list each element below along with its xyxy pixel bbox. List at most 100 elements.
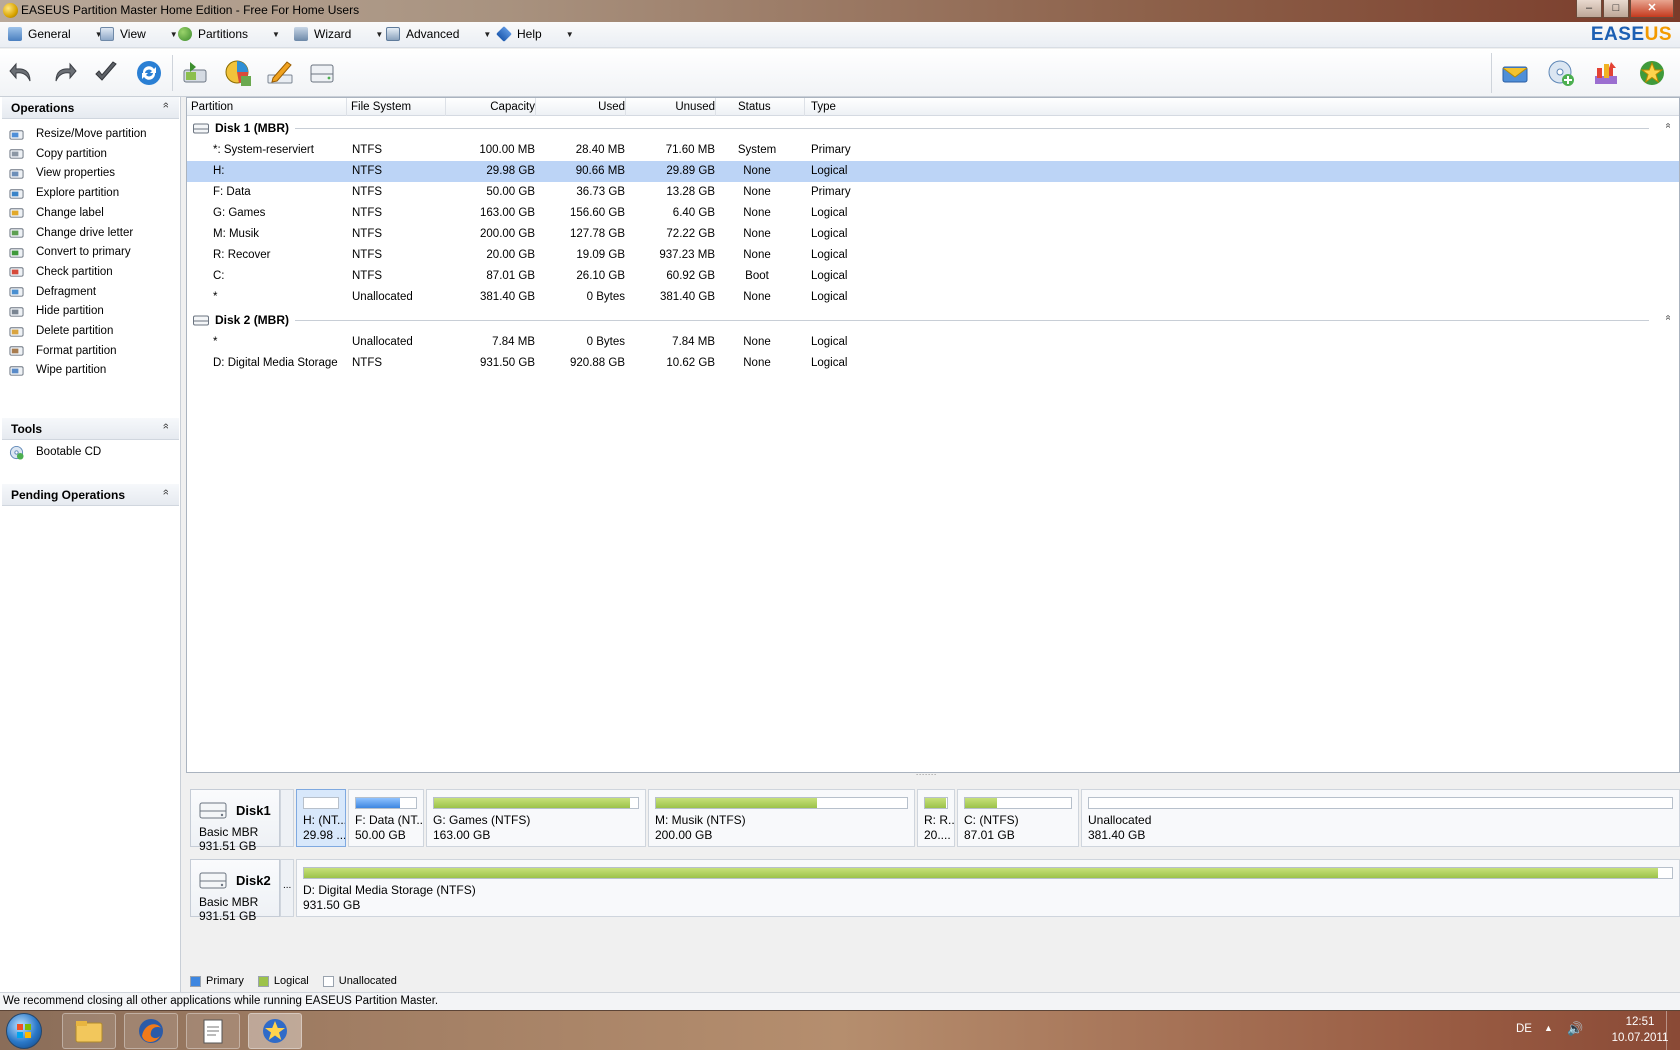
properties-button[interactable] (222, 57, 254, 89)
bootable-cd-button[interactable] (1545, 57, 1577, 89)
taskbar-firefox[interactable] (124, 1013, 178, 1049)
splitter-handle[interactable]: ˙˙˙˙˙˙˙ (916, 773, 937, 783)
cell-unused: 29.89 GB (666, 165, 715, 177)
minimize-button[interactable]: ‒ (1576, 0, 1602, 18)
collapse-icon[interactable]: » (1663, 123, 1674, 129)
table-row[interactable]: F: Data NTFS 50.00 GB 36.73 GB 13.28 GB None P… (187, 182, 1679, 203)
start-button[interactable] (6, 1013, 42, 1049)
disk-type: Basic MBR (199, 825, 259, 839)
sidebar-item-format-partition[interactable]: Format partition (8, 341, 117, 361)
disk-map-partition[interactable]: G: Games (NTFS) 163.00 GB (426, 789, 646, 847)
menu-wizard[interactable]: Wizard ▼ (294, 27, 383, 41)
disk-map-partition[interactable]: C: (NTFS) 87.01 GB (957, 789, 1079, 847)
col-partition[interactable]: Partition (191, 101, 233, 113)
disk-card-disk2[interactable]: Disk2 Basic MBR 931.51 GB (190, 859, 280, 923)
label-icon (8, 205, 24, 221)
disk-icon (310, 64, 334, 83)
disk-map-partition[interactable]: D: Digital Media Storage (NTFS) 931.50 GB (296, 859, 1680, 917)
pending-operations-header[interactable]: Pending Operations » (2, 484, 179, 506)
unallocated-gap-partition[interactable]: ... (280, 859, 294, 917)
maximize-button[interactable]: □ (1603, 0, 1629, 18)
col-capacity[interactable]: Capacity (490, 101, 535, 113)
disk-card-disk1[interactable]: Disk1 Basic MBR 931.51 GB (190, 789, 280, 853)
star-button[interactable] (1636, 57, 1668, 89)
sidebar-item-change-drive-letter[interactable]: Change drive letter (8, 223, 133, 243)
disk-map-partition[interactable]: M: Musik (NTFS) 200.00 GB (648, 789, 915, 847)
menu-view[interactable]: View ▼ (100, 27, 178, 41)
apply-button[interactable] (90, 57, 122, 89)
menu-partitions[interactable]: Partitions ▼ (178, 27, 280, 41)
table-row[interactable]: R: Recover NTFS 20.00 GB 19.09 GB 937.23 MB N… (187, 245, 1679, 266)
collapse-icon[interactable]: » (1663, 315, 1674, 321)
upgrade-button[interactable] (1590, 57, 1622, 89)
sidebar-item-hide-partition[interactable]: Hide partition (8, 301, 104, 321)
refresh-button[interactable] (133, 57, 165, 89)
menu-advanced[interactable]: Advanced ▼ (386, 27, 491, 41)
redo-button[interactable] (48, 57, 80, 89)
close-button[interactable]: ✕ (1630, 0, 1674, 18)
mail-button[interactable] (1499, 57, 1531, 89)
col-used[interactable]: Used (580, 101, 625, 113)
disk-group-header[interactable]: Disk 2 (MBR) » (187, 309, 1679, 331)
label-button[interactable] (264, 57, 296, 89)
advanced-icon (386, 27, 400, 41)
partition-label: Unallocated (1088, 813, 1152, 827)
legend-logical: Logical (254, 975, 309, 987)
table-row[interactable]: M: Musik NTFS 200.00 GB 127.78 GB 72.22 GB No… (187, 224, 1679, 245)
refresh-icon (137, 61, 161, 85)
sidebar-item-bootable-cd[interactable]: Bootable CD (8, 442, 101, 462)
tray-expand-icon[interactable]: ▲ (1544, 1023, 1553, 1033)
disk-button[interactable] (306, 57, 338, 89)
taskbar-notepad[interactable] (186, 1013, 240, 1049)
sidebar-item-check-partition[interactable]: Check partition (8, 262, 113, 282)
language-indicator[interactable]: DE (1516, 1023, 1532, 1035)
col-file-system[interactable]: File System (351, 101, 411, 113)
table-row[interactable]: *: System-reserviert NTFS 100.00 MB 28.40 M… (187, 140, 1679, 161)
cell-unused: 937.23 MB (659, 249, 715, 261)
sidebar-item-resize-move-partition[interactable]: Resize/Move partition (8, 124, 147, 144)
menu-general[interactable]: General ▼ (8, 27, 103, 41)
sidebar-item-wipe-partition[interactable]: Wipe partition (8, 360, 106, 380)
disk-group-header[interactable]: Disk 1 (MBR) » (187, 117, 1679, 139)
sidebar-item-change-label[interactable]: Change label (8, 203, 104, 223)
sidebar-item-explore-partition[interactable]: Explore partition (8, 183, 119, 203)
sidebar-item-defragment[interactable]: Defragment (8, 282, 96, 302)
volume-icon[interactable]: 🔊 (1567, 1021, 1583, 1037)
operations-header[interactable]: Operations » (2, 97, 179, 119)
disk-map-partition[interactable]: H: (NT... 29.98 ... (296, 789, 346, 847)
resize-button[interactable] (179, 57, 211, 89)
col-unused[interactable]: Unused (665, 101, 715, 113)
cell-file-system: NTFS (352, 165, 383, 177)
disk-gap (280, 789, 294, 847)
table-row[interactable]: D: Digital Media Storage NTFS 931.50 GB 920… (187, 353, 1679, 374)
table-row[interactable]: * Unallocated 7.84 MB 0 Bytes 7.84 MB None Log… (187, 332, 1679, 353)
clock[interactable]: 12:51 10.07.2011 (1610, 1014, 1670, 1046)
col-status[interactable]: Status (738, 101, 771, 113)
clock-time: 12:51 (1625, 1016, 1655, 1028)
taskbar-easeus[interactable] (248, 1013, 302, 1049)
menu-general-label: General (28, 27, 71, 41)
disk-map-partition[interactable]: R: R... 20.... (917, 789, 955, 847)
table-row[interactable]: H: NTFS 29.98 GB 90.66 MB 29.89 GB None Logica… (187, 161, 1679, 182)
sidebar-item-view-properties[interactable]: View properties (8, 163, 115, 183)
table-row[interactable]: G: Games NTFS 163.00 GB 156.60 GB 6.40 GB Non… (187, 203, 1679, 224)
apply-icon (95, 61, 117, 81)
cell-status: None (743, 165, 771, 177)
cell-unused: 71.60 MB (665, 144, 715, 156)
label-icon (267, 61, 293, 84)
format-icon (8, 343, 24, 359)
taskbar-explorer[interactable] (62, 1013, 116, 1049)
show-desktop-button[interactable] (1666, 1011, 1680, 1050)
table-row[interactable]: C: NTFS 87.01 GB 26.10 GB 60.92 GB Boot Logica… (187, 266, 1679, 287)
col-type[interactable]: Type (811, 101, 836, 113)
sidebar-item-convert-to-primary[interactable]: Convert to primary (8, 242, 131, 262)
disk-map-partition[interactable]: F: Data (NT... 50.00 GB (348, 789, 424, 847)
column-divider (625, 98, 626, 116)
sidebar-item-copy-partition[interactable]: Copy partition (8, 144, 107, 164)
sidebar-item-delete-partition[interactable]: Delete partition (8, 321, 113, 341)
undo-button[interactable] (6, 57, 38, 89)
tools-header[interactable]: Tools » (2, 418, 179, 440)
menu-help[interactable]: Help ▼ (496, 26, 574, 42)
table-row[interactable]: * Unallocated 381.40 GB 0 Bytes 381.40 GB Non… (187, 287, 1679, 308)
disk-map-partition[interactable]: Unallocated 381.40 GB (1081, 789, 1680, 847)
